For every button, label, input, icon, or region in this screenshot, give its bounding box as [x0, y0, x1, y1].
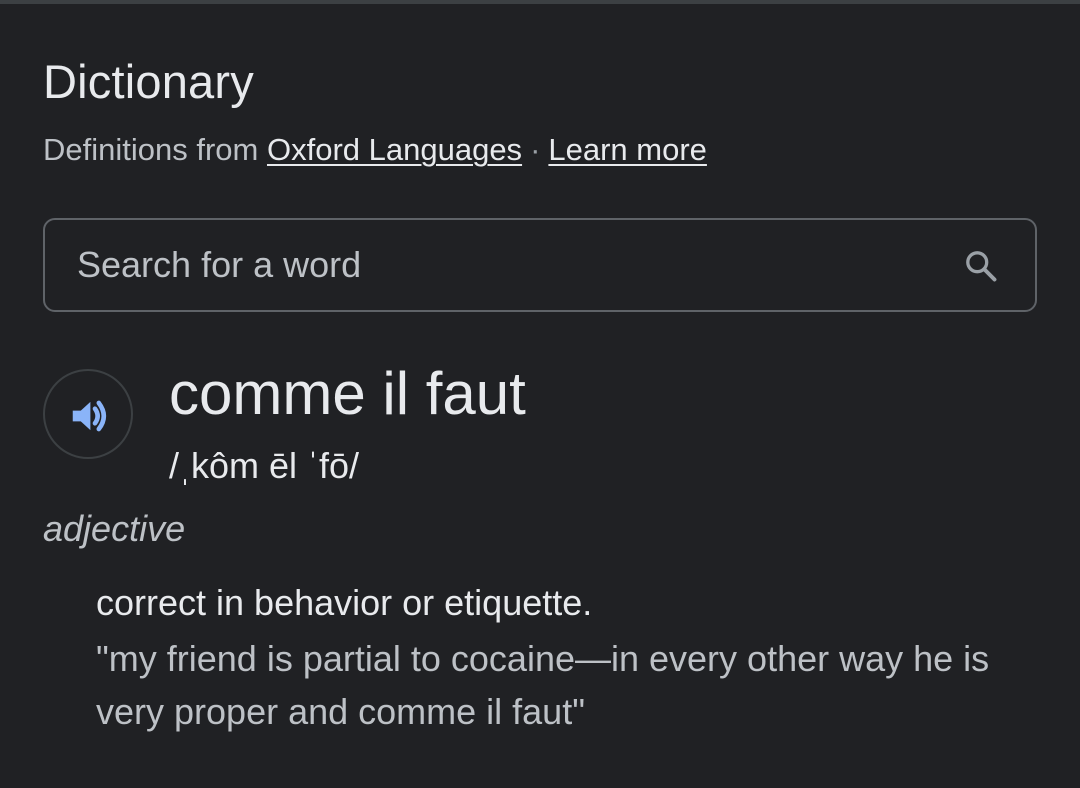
dictionary-card: Dictionary Definitions from Oxford Langu… — [43, 0, 1040, 788]
source-prefix: Definitions from — [43, 132, 259, 167]
separator-dot: · — [530, 132, 541, 167]
pronunciation-audio-button[interactable] — [43, 369, 133, 459]
headword: comme il faut — [169, 360, 526, 427]
learn-more-link[interactable]: Learn more — [548, 132, 707, 167]
dictionary-title: Dictionary — [43, 55, 254, 108]
search-icon[interactable] — [963, 248, 999, 284]
definition-text: correct in behavior or etiquette. — [96, 582, 593, 623]
source-line: Definitions from Oxford Languages · Learn … — [43, 130, 707, 170]
part-of-speech: adjective — [43, 508, 186, 549]
speaker-icon — [72, 400, 107, 432]
example-sentence: "my friend is partial to cocaine—in ever… — [96, 638, 990, 732]
search-box[interactable] — [43, 218, 1037, 312]
oxford-languages-link[interactable]: Oxford Languages — [267, 132, 522, 167]
search-input[interactable] — [77, 220, 937, 310]
pronunciation: /ˌkôm ēl ˈfō/ — [169, 445, 360, 486]
